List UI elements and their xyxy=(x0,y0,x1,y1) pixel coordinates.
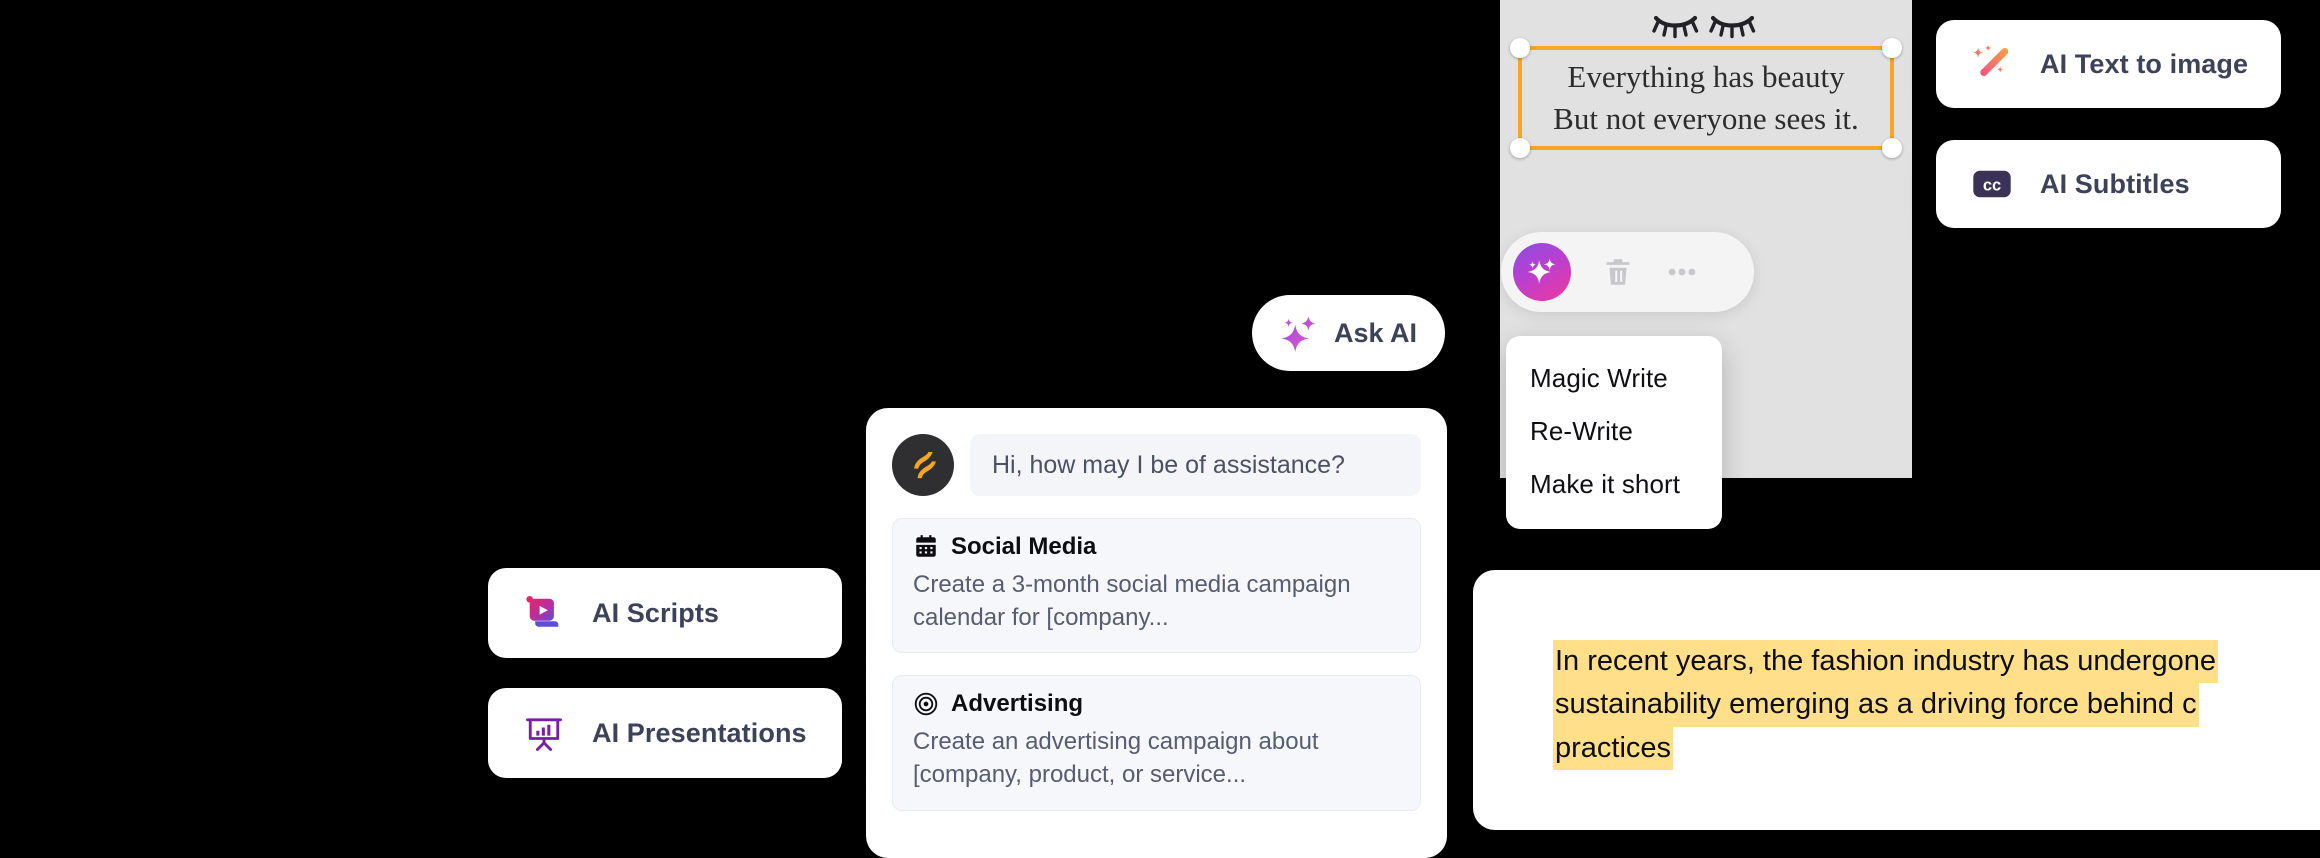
suggestion-body: Create an advertising campaign about [co… xyxy=(913,728,1319,788)
suggestion-card-social-media[interactable]: Social Media Create a 3-month social med… xyxy=(892,518,1421,654)
resize-handle-bottom-right[interactable] xyxy=(1882,138,1902,158)
calendar-icon xyxy=(916,535,936,557)
suggestion-header: Social Media xyxy=(913,533,1400,561)
app-background: Everything has beauty But not everyone s… xyxy=(0,0,2320,858)
script-video-icon xyxy=(526,595,559,627)
ai-write-menu: Magic Write Re-Write Make it short xyxy=(1506,336,1722,529)
highlighted-paragraph: In recent years, the fashion industry ha… xyxy=(1553,640,2320,771)
element-toolbar xyxy=(1501,232,1754,312)
ask-ai-label: Ask AI xyxy=(1334,317,1418,348)
suggestion-title: Social Media xyxy=(951,533,1097,560)
highlight-line-1: In recent years, the fashion industry ha… xyxy=(1553,640,2218,684)
feature-card-ai-text-to-image[interactable]: AI Text to image xyxy=(1936,20,2281,108)
trash-icon[interactable] xyxy=(1601,255,1635,289)
feature-card-label: AI Scripts xyxy=(592,597,720,628)
chat-greeting-row: Hi, how may I be of assistance? xyxy=(892,434,1421,496)
feature-card-label: AI Presentations xyxy=(592,717,807,748)
ai-chat-panel: Hi, how may I be of assistance? Social M… xyxy=(866,408,1447,858)
menu-item-re-write[interactable]: Re-Write xyxy=(1506,405,1722,458)
document-preview-panel: In recent years, the fashion industry ha… xyxy=(1473,570,2320,830)
magic-sparkle-icon xyxy=(1527,258,1556,284)
chat-greeting-bubble: Hi, how may I be of assistance? xyxy=(970,434,1421,496)
assistant-logo-icon xyxy=(914,451,936,479)
assistant-avatar xyxy=(892,434,954,496)
target-icon xyxy=(914,693,938,716)
suggestion-header: Advertising xyxy=(913,690,1400,718)
feature-card-ai-subtitles[interactable]: cc AI Subtitles xyxy=(1936,140,2281,228)
feature-card-label: AI Text to image xyxy=(2040,48,2249,79)
ask-ai-button[interactable]: Ask AI xyxy=(1252,295,1445,371)
canvas-text-line-2: But not everyone sees it. xyxy=(1553,101,1859,136)
menu-item-magic-write[interactable]: Magic Write xyxy=(1506,352,1722,405)
resize-handle-top-right[interactable] xyxy=(1882,38,1902,58)
canvas-text-line-1: Everything has beauty xyxy=(1567,58,1845,94)
more-horizontal-icon[interactable] xyxy=(1665,255,1699,289)
feature-card-label: AI Subtitles xyxy=(2040,168,2190,199)
menu-item-make-it-short[interactable]: Make it short xyxy=(1506,458,1722,511)
closed-eyes-lashes-icon xyxy=(1652,15,1756,39)
suggestion-body: Create a 3-month social media campaign c… xyxy=(913,571,1351,631)
resize-handle-top-left[interactable] xyxy=(1510,38,1530,58)
highlight-line-3: practices xyxy=(1553,726,1674,771)
selected-text-element[interactable]: Everything has beauty But not everyone s… xyxy=(1510,38,1902,158)
closed-captions-icon: cc xyxy=(1973,170,2011,198)
suggestion-title: Advertising xyxy=(951,690,1084,718)
sparkles-icon xyxy=(1281,316,1316,353)
suggestion-card-advertising[interactable]: Advertising Create an advertising campai… xyxy=(892,675,1421,811)
highlight-line-2: sustainability emerging as a driving for… xyxy=(1553,683,2199,727)
feature-card-ai-scripts[interactable]: AI Scripts xyxy=(488,568,842,658)
presentation-chart-icon xyxy=(526,718,562,751)
svg-text:cc: cc xyxy=(1983,177,2001,195)
feature-card-ai-presentations[interactable]: AI Presentations xyxy=(488,688,842,778)
magic-wand-icon xyxy=(1973,44,2009,77)
magic-sparkle-button[interactable] xyxy=(1513,243,1571,301)
resize-handle-bottom-left[interactable] xyxy=(1510,138,1530,158)
